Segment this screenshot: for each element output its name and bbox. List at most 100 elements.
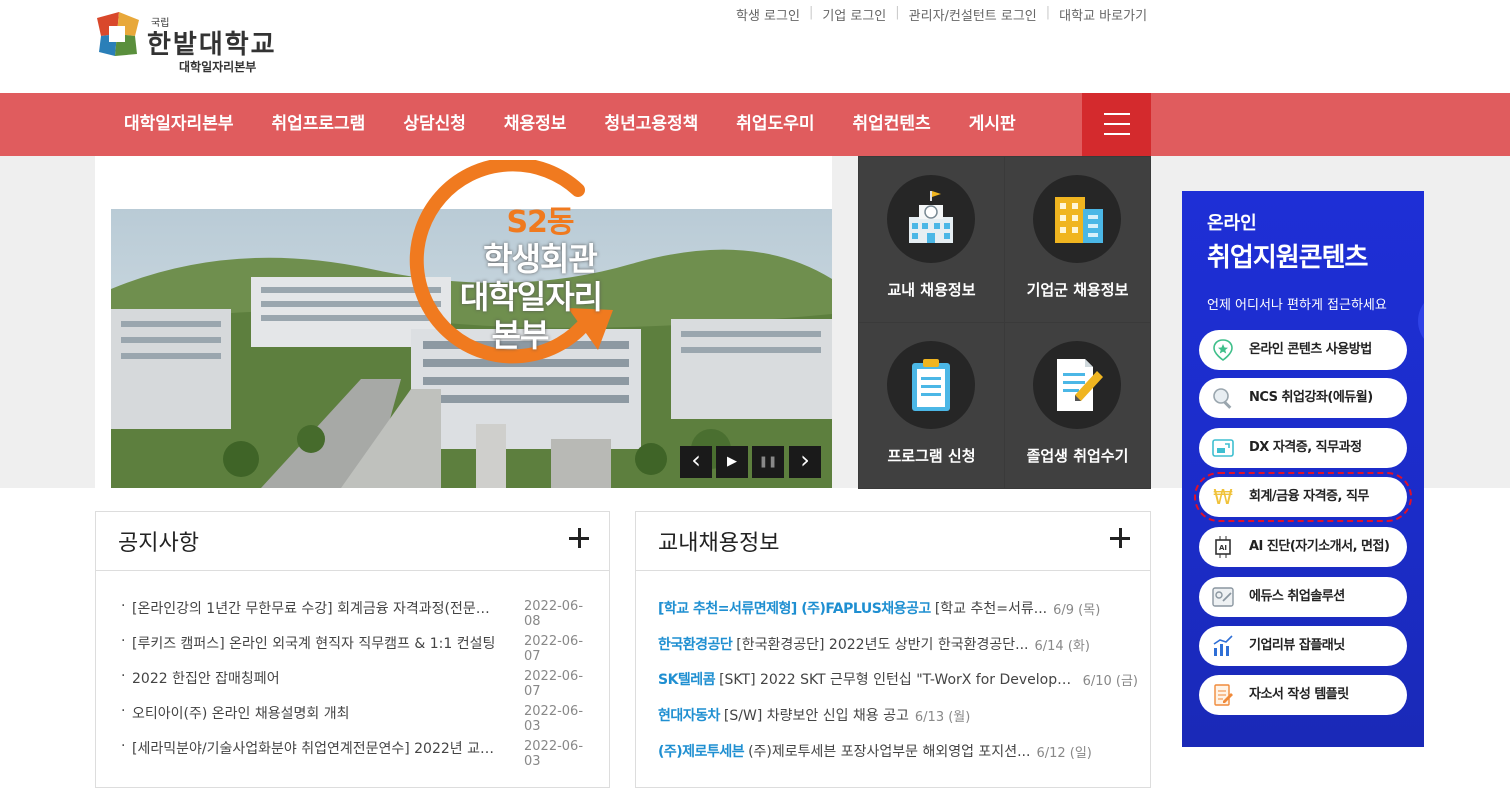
decorative-circle-icon (1418, 303, 1424, 339)
campus-jobs-more-plus-icon[interactable] (1110, 528, 1130, 548)
campus-jobs-header: 교내채용정보 (636, 512, 1150, 571)
quick-item-campus-jobs[interactable]: 교내 채용정보 (859, 157, 1004, 322)
quick-item-alumni-stories[interactable]: 졸업생 취업수기 (1005, 323, 1150, 488)
hamburger-menu-button[interactable] (1082, 93, 1151, 156)
tools-icon (1212, 587, 1234, 607)
svg-text:₩: ₩ (1213, 485, 1233, 509)
ai-chip-icon: AI (1215, 536, 1231, 558)
university-home-link[interactable]: 대학교 바로가기 (1059, 5, 1147, 24)
job-row[interactable]: 현대자동차 [S/W] 차량보안 신입 채용 공고 6/13 (월) (658, 705, 1138, 727)
notice-row-date: 2022-06-07 (524, 669, 584, 699)
logo-university-name: 한밭대학교 (147, 30, 277, 60)
screen-icon (1212, 439, 1234, 457)
quick-item-program-apply[interactable]: 프로그램 신청 (859, 323, 1004, 488)
company-login-link[interactable]: 기업 로그인 (822, 5, 886, 24)
quick-item-label: 졸업생 취업수기 (1026, 447, 1129, 465)
nav-item-youth-policy[interactable]: 청년고용정책 (585, 93, 717, 156)
office-building-icon (1033, 175, 1121, 263)
university-logo[interactable]: 국립 한밭대학교 대학일자리본부 (95, 12, 295, 76)
online-button-label: AI 진단(자기소개서, 면접) (1249, 539, 1390, 554)
job-date: 6/14 (화) (1034, 639, 1090, 654)
notice-row[interactable]: · [온라인강의 1년간 무한무료 수강] 회계금융 자격과정(전문가반) 안내… (121, 598, 591, 629)
banner-pause-button[interactable]: ❚❚ (752, 446, 784, 478)
bullet-dot: · (121, 668, 126, 684)
resume-template-button[interactable]: 자소서 작성 템플릿 (1199, 675, 1407, 715)
banner-prev-button[interactable]: ‹ (680, 446, 712, 478)
online-button-label: 자소서 작성 템플릿 (1249, 687, 1349, 702)
quick-item-company-jobs[interactable]: 기업군 채용정보 (1005, 157, 1150, 322)
notice-row[interactable]: · [루키즈 캠퍼스] 온라인 외국계 현직자 직무캠프 & 1:1 컨설팅 2… (121, 633, 591, 664)
bullet-dot: · (121, 738, 126, 754)
main-nav-list: 대학일자리본부 취업프로그램 상담신청 채용정보 청년고용정책 취업도우미 취업… (105, 93, 1035, 156)
job-row[interactable]: [학교 추천=서류면제형] (주)FAPLUS채용공고 [학교 추천=서류...… (658, 598, 1138, 620)
util-separator: | (1045, 5, 1051, 20)
campus-jobs-board: 교내채용정보 [학교 추천=서류면제형] (주)FAPLUS채용공고 [학교 추… (635, 511, 1151, 788)
admin-login-link[interactable]: 관리자/컨설턴트 로그인 (909, 5, 1037, 24)
notice-row[interactable]: · 오티아이(주) 온라인 채용설명회 개최 2022-06-03 (121, 703, 591, 734)
dx-course-button[interactable]: DX 자격증, 직무과정 (1199, 428, 1407, 468)
online-content-banner: 온라인 취업지원콘텐츠 언제 어디서나 편하게 접근하세요 온라인 콘텐츠 사용… (1182, 191, 1424, 747)
logo-department-name: 대학일자리본부 (179, 60, 257, 74)
document-pen-icon (1033, 341, 1121, 429)
notice-row-title: 2022 한집안 잡매칭페어 (132, 671, 280, 687)
notice-board-title: 공지사항 (118, 531, 199, 556)
notice-board-header: 공지사항 (96, 512, 609, 571)
student-login-link[interactable]: 학생 로그인 (736, 5, 800, 24)
educe-solution-button[interactable]: 에듀스 취업솔루션 (1199, 577, 1407, 617)
online-button-label: 온라인 콘텐츠 사용방법 (1249, 342, 1372, 357)
star-pin-icon (1213, 339, 1233, 361)
job-date: 6/10 (금) (1082, 674, 1138, 689)
online-subtitle: 언제 어디서나 편하게 접근하세요 (1207, 298, 1387, 313)
notice-row[interactable]: · 2022 한집안 잡매칭페어 2022-06-07 (121, 668, 591, 699)
bullet-dot: · (121, 598, 126, 614)
nav-item-counseling[interactable]: 상담신청 (384, 93, 485, 156)
banner-play-button[interactable]: ▶ (716, 446, 748, 478)
online-title-small: 온라인 (1207, 213, 1257, 234)
won-icon: ₩ (1213, 485, 1233, 509)
hamburger-icon (1104, 133, 1130, 135)
job-row[interactable]: 한국환경공단 [한국환경공단] 2022년도 상반기 한국환경공단... 6/1… (658, 634, 1138, 656)
job-title: [SKT] 2022 SKT 근무형 인턴십 "T-WorX for Devel… (719, 672, 1077, 688)
nav-item-board[interactable]: 게시판 (950, 93, 1035, 156)
nav-item-job-helper[interactable]: 취업도우미 (717, 93, 833, 156)
campus-jobs-title: 교내채용정보 (658, 531, 780, 556)
nav-item-contents[interactable]: 취업컨텐츠 (834, 93, 950, 156)
site-header: 국립 한밭대학교 대학일자리본부 학생 로그인 | 기업 로그인 | 관리자/컨설턴… (0, 0, 1510, 93)
jobplanet-review-button[interactable]: 기업리뷰 잡플래닛 (1199, 626, 1407, 666)
nav-item-programs[interactable]: 취업프로그램 (252, 93, 384, 156)
online-button-label: DX 자격증, 직무과정 (1249, 440, 1362, 455)
notice-more-plus-icon[interactable] (569, 528, 589, 548)
notice-row-title: [세라믹분야/기술사업화분야 취업연계전문연수] 2022년 교육생 모집 (132, 741, 500, 757)
banner-text-block: S2동 학생회관 대학일자리 본부 (440, 205, 640, 355)
job-row[interactable]: (주)제로투세븐 (주)제로투세븐 포장사업부문 해외영업 포지션... 6/1… (658, 741, 1138, 763)
notice-row[interactable]: · [세라믹분야/기술사업화분야 취업연계전문연수] 2022년 교육생 모집 … (121, 738, 591, 769)
quick-item-label: 교내 채용정보 (887, 281, 976, 299)
bullet-dot: · (121, 633, 126, 649)
notice-board: 공지사항 · [온라인강의 1년간 무한무료 수강] 회계금융 자격과정(전문가… (95, 511, 610, 788)
logo-mark-icon (97, 12, 139, 56)
job-title: [S/W] 차량보안 신입 채용 공고 (723, 708, 909, 724)
job-title: (주)제로투세븐 포장사업부문 해외영업 포지션... (748, 744, 1031, 760)
nav-item-recruitment[interactable]: 채용정보 (485, 93, 586, 156)
magnifier-icon (1213, 388, 1232, 409)
school-building-icon (887, 175, 975, 263)
ai-diagnosis-button[interactable]: AI AI 진단(자기소개서, 면접) (1199, 527, 1407, 567)
online-button-label: NCS 취업강좌(에듀윌) (1249, 390, 1373, 405)
banner-next-button[interactable]: › (789, 446, 821, 478)
notice-row-date: 2022-06-03 (524, 704, 584, 734)
online-guide-button[interactable]: 온라인 콘텐츠 사용방법 (1199, 330, 1407, 370)
bullet-dot: · (121, 703, 126, 719)
notice-row-title: [온라인강의 1년간 무한무료 수강] 회계금융 자격과정(전문가반) 안내 (132, 601, 500, 617)
chart-icon (1213, 635, 1233, 656)
ncs-lecture-button[interactable]: NCS 취업강좌(에듀윌) (1199, 378, 1407, 418)
job-row[interactable]: SK텔레콤 [SKT] 2022 SKT 근무형 인턴십 "T-WorX for… (658, 669, 1138, 691)
hamburger-icon (1104, 113, 1130, 115)
nav-item-career-center[interactable]: 대학일자리본부 (105, 93, 252, 156)
notice-row-title: 오티아이(주) 온라인 채용설명회 개최 (132, 706, 350, 722)
banner-building-label: S2동 (506, 205, 574, 240)
job-company: 현대자동차 (658, 708, 720, 724)
main-navigation: 대학일자리본부 취업프로그램 상담신청 채용정보 청년고용정책 취업도우미 취업… (0, 93, 1510, 156)
quick-item-label: 프로그램 신청 (887, 447, 976, 465)
accounting-finance-button[interactable]: ₩ 회계/금융 자격증, 직무 (1194, 472, 1412, 522)
quick-menu: 교내 채용정보 기업군 채용정보 프로그램 신청 졸업생 취업수기 (858, 156, 1151, 489)
